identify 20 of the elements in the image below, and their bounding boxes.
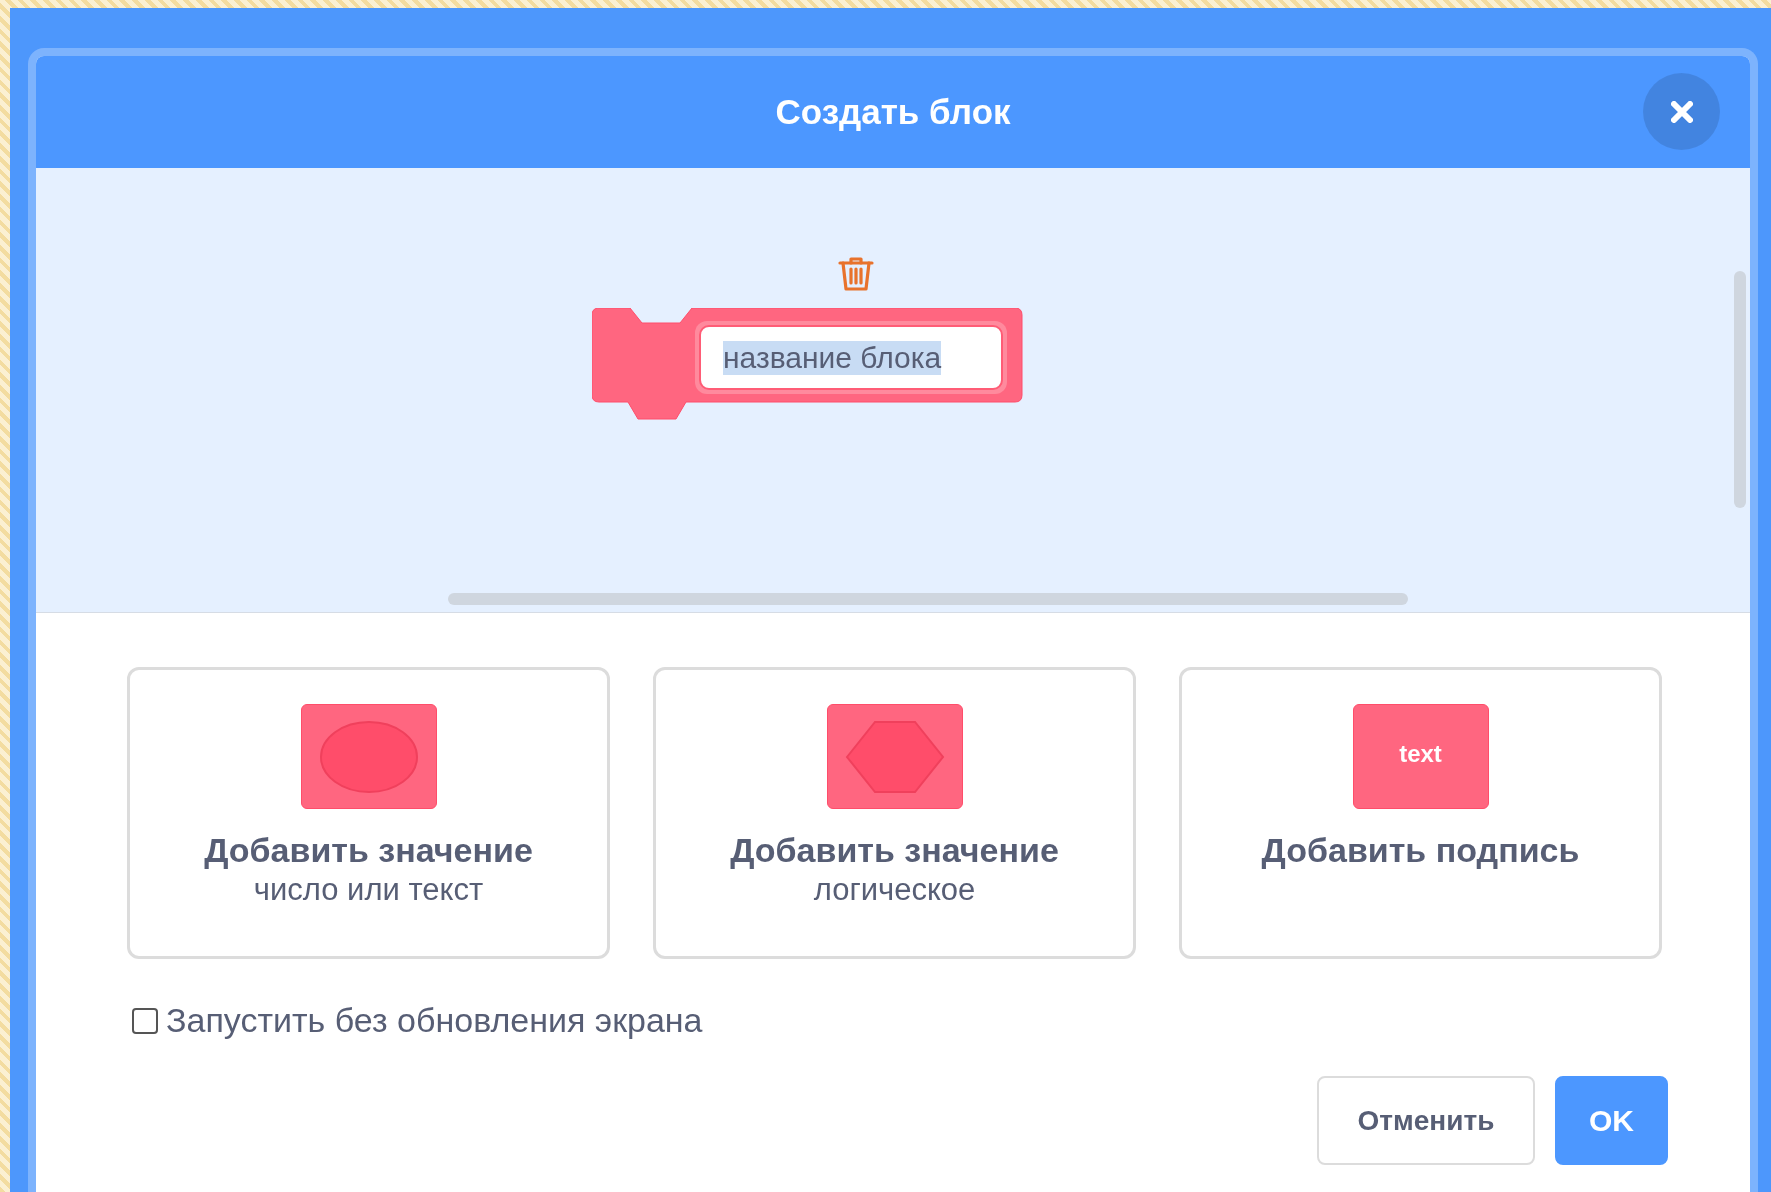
cancel-button[interactable]: Отменить <box>1317 1076 1535 1165</box>
option-title: Добавить подпись <box>1261 831 1580 870</box>
option-card[interactable]: Добавить значение логическое <box>653 667 1136 959</box>
checkbox-label: Запустить без обновления экрана <box>166 1001 703 1040</box>
checkbox[interactable] <box>132 1007 158 1034</box>
option-subtitle: число или текст <box>253 872 484 908</box>
option-card[interactable]: Добавить значение число или текст <box>127 667 610 959</box>
option-subtitle: логическое <box>813 872 976 908</box>
option-title: Добавить значение <box>204 831 533 870</box>
close-icon <box>1670 100 1693 123</box>
option-card[interactable]: text Добавить подпись <box>1179 667 1662 959</box>
horizontal-scrollbar[interactable] <box>448 593 1408 605</box>
oval-input-icon <box>300 704 437 809</box>
dialog-title: Создать блок <box>775 92 1011 132</box>
option-title: Добавить значение <box>730 831 1059 870</box>
custom-block[interactable]: название блока <box>592 308 1023 422</box>
vertical-scrollbar[interactable] <box>1734 271 1746 508</box>
block-name-field[interactable]: название блока <box>699 325 1003 390</box>
label-preview: text <box>1352 704 1489 809</box>
hexagon-input-icon <box>826 704 963 809</box>
